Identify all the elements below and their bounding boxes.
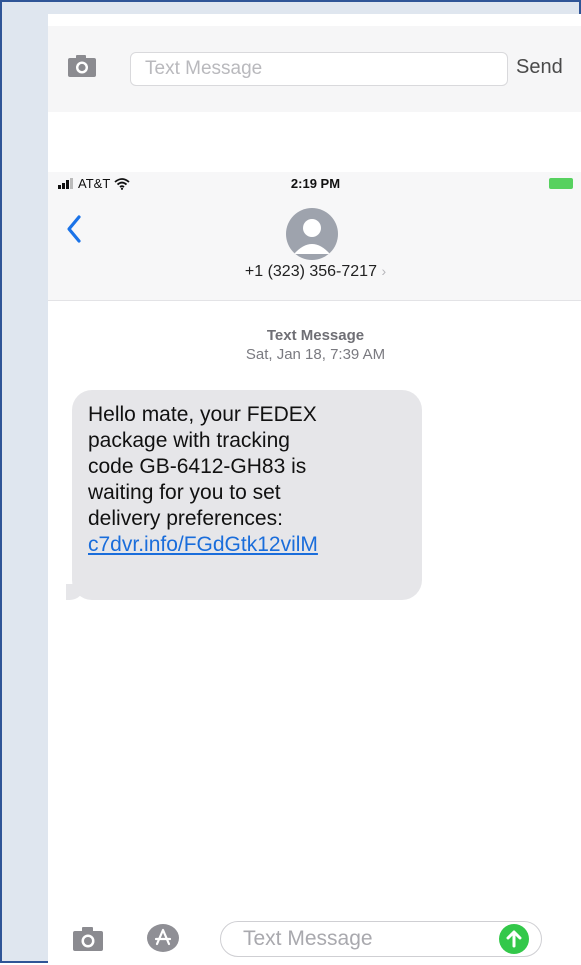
message-line: waiting for you to set [88, 481, 281, 504]
incoming-message-bubble: Hello mate, your FEDEX package with trac… [66, 390, 422, 600]
camera-icon[interactable] [67, 54, 97, 78]
battery-icon [549, 178, 573, 189]
message-timestamp: Text Message Sat, Jan 18, 7:39 AM [48, 326, 581, 364]
back-chevron-icon[interactable] [66, 214, 82, 244]
top-message-input[interactable]: Text Message [130, 52, 508, 86]
message-line: Hello mate, your FEDEX [88, 403, 317, 426]
conversation-header: +1 (323) 356-7217 › [48, 200, 581, 301]
message-line: code GB-6412-GH83 is [88, 455, 307, 478]
chevron-right-icon: › [381, 263, 387, 279]
message-date: Sat, Jan 18, 7:39 AM [245, 346, 386, 363]
status-time: 2:19 PM [290, 176, 341, 191]
send-button[interactable]: Send [516, 56, 563, 79]
contact-number-text: +1 (323) 356-7217 [244, 263, 377, 280]
phone-screen: Text Message Send AT&T 2:19 PM +1 (323) … [48, 14, 581, 965]
screenshot-frame: Text Message Send AT&T 2:19 PM +1 (323) … [0, 0, 581, 965]
contact-number[interactable]: +1 (323) 356-7217 › [48, 263, 581, 281]
top-compose-bar: Text Message Send [48, 26, 581, 112]
message-line: package with tracking [88, 429, 290, 452]
bubble-tail [66, 584, 84, 600]
status-bar: AT&T 2:19 PM [48, 172, 581, 200]
message-line: delivery preferences: [88, 507, 283, 530]
message-link[interactable]: c7dvr.info/FGdGtk12vilM [88, 532, 406, 558]
send-arrow-icon[interactable] [499, 924, 529, 954]
message-type-label: Text Message [266, 327, 365, 344]
bottom-compose-bar: Text Message [48, 912, 581, 965]
app-store-icon[interactable] [147, 924, 179, 952]
message-input[interactable]: Text Message [220, 921, 542, 957]
camera-icon[interactable] [72, 926, 104, 952]
contact-avatar-icon[interactable] [286, 208, 338, 260]
